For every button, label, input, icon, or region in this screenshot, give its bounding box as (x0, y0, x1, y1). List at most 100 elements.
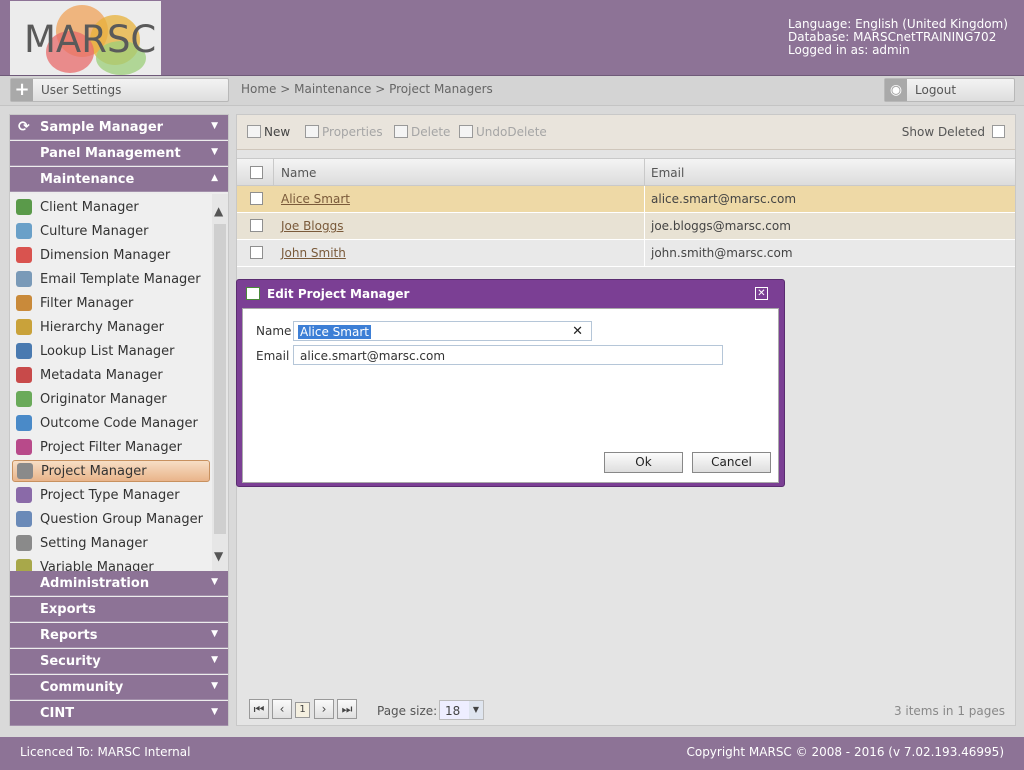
sidebar-item-label: Client Manager (40, 200, 139, 215)
sidebar-section-security[interactable]: Security ▼ (10, 649, 228, 674)
sidebar-item-project-type-manager[interactable]: Project Type Manager (10, 484, 214, 506)
name-field[interactable]: Alice Smart ✕ (293, 321, 592, 341)
culture-icon (16, 223, 32, 239)
section-label: Sample Manager (40, 120, 164, 135)
sidebar-item-question-group-manager[interactable]: Question Group Manager (10, 508, 214, 530)
maintenance-list: Client Manager Culture Manager Dimension M… (10, 194, 228, 571)
name-value: Alice Smart (298, 325, 371, 339)
sidebar-item-originator-manager[interactable]: Originator Manager (10, 388, 214, 410)
page-size-select[interactable]: 18 ▼ (439, 700, 484, 720)
items-info: 3 items in 1 pages (893, 704, 1005, 718)
row-checkbox[interactable] (250, 219, 263, 232)
scroll-thumb[interactable] (214, 224, 226, 534)
close-icon[interactable]: ✕ (755, 287, 768, 300)
licence-text: Licenced To: MARSC Internal (20, 745, 191, 759)
scroll-down-icon[interactable]: ▼ (214, 549, 223, 563)
dropdown-arrow-icon[interactable]: ▼ (469, 701, 483, 719)
section-label: Panel Management (40, 146, 181, 161)
row-name-link[interactable]: Alice Smart (281, 192, 350, 206)
sidebar-item-client-manager[interactable]: Client Manager (10, 196, 214, 218)
select-all-checkbox[interactable] (250, 166, 263, 179)
sidebar-item-email-template-manager[interactable]: Email Template Manager (10, 268, 214, 290)
breadcrumb: Home > Maintenance > Project Managers (241, 82, 493, 96)
table-row[interactable]: Joe Bloggs joe.bloggs@marsc.com (237, 213, 1015, 240)
sidebar-section-cint[interactable]: CINT ▼ (10, 701, 228, 726)
last-page-icon[interactable]: ⏭ (337, 699, 357, 719)
pager: ⏮ ‹ 1 › ⏭ Page size: 18 ▼ 3 items in 1 p… (237, 695, 1015, 725)
sidebar-section-exports[interactable]: Exports (10, 597, 228, 622)
sidebar-section-community[interactable]: Community ▼ (10, 675, 228, 700)
cancel-button[interactable]: Cancel (692, 452, 771, 473)
variable-icon (16, 559, 32, 571)
sidebar-item-setting-manager[interactable]: Setting Manager (10, 532, 214, 554)
row-name-link[interactable]: Joe Bloggs (281, 219, 343, 233)
section-label: Exports (40, 602, 96, 617)
row-email: joe.bloggs@marsc.com (651, 219, 791, 233)
logout-label: Logout (915, 83, 957, 97)
undo-delete-button[interactable]: UndoDelete (459, 125, 547, 139)
sidebar-item-label: Outcome Code Manager (40, 416, 198, 431)
sidebar-section-sample-manager[interactable]: ⟳ Sample Manager ▼ (10, 115, 228, 140)
clear-icon[interactable]: ✕ (572, 324, 583, 339)
sidebar-section-reports[interactable]: Reports ▼ (10, 623, 228, 648)
form-icon (246, 287, 260, 300)
outcome-icon (16, 415, 32, 431)
undo-delete-label: UndoDelete (476, 125, 547, 139)
sidebar-item-metadata-manager[interactable]: Metadata Manager (10, 364, 214, 386)
properties-button[interactable]: Properties (305, 125, 383, 139)
delete-icon (394, 125, 408, 138)
project-manager-icon (17, 463, 33, 479)
prev-page-icon[interactable]: ‹ (272, 699, 292, 719)
sidebar-section-administration[interactable]: Administration ▼ (10, 571, 228, 596)
delete-button[interactable]: Delete (394, 125, 450, 139)
first-page-icon[interactable]: ⏮ (249, 699, 269, 719)
sidebar-item-dimension-manager[interactable]: Dimension Manager (10, 244, 214, 266)
email-field[interactable]: alice.smart@marsc.com (293, 345, 723, 365)
project-filter-icon (16, 439, 32, 455)
sidebar-item-label: Project Type Manager (40, 488, 180, 503)
sidebar-item-label: Culture Manager (40, 224, 149, 239)
row-name-link[interactable]: John Smith (281, 246, 346, 260)
column-header-name[interactable]: Name (281, 166, 316, 180)
sidebar-item-outcome-code-manager[interactable]: Outcome Code Manager (10, 412, 214, 434)
sidebar-item-project-filter-manager[interactable]: Project Filter Manager (10, 436, 214, 458)
sidebar-item-hierarchy-manager[interactable]: Hierarchy Manager (10, 316, 214, 338)
new-button[interactable]: New (247, 125, 290, 139)
sidebar-item-label: Variable Manager (40, 560, 154, 571)
chevron-up-icon: ▲ (211, 173, 218, 183)
sidebar-item-variable-manager[interactable]: Variable Manager (10, 556, 214, 571)
sidebar-item-culture-manager[interactable]: Culture Manager (10, 220, 214, 242)
user-settings-label: User Settings (41, 83, 122, 97)
sidebar-scrollbar[interactable]: ▲ ▼ (212, 194, 228, 571)
originator-icon (16, 391, 32, 407)
section-label: CINT (40, 706, 75, 721)
sidebar-item-label: Lookup List Manager (40, 344, 175, 359)
sidebar: ⟳ Sample Manager ▼ Panel Management ▼ Ma… (9, 114, 229, 726)
scroll-up-icon[interactable]: ▲ (214, 204, 223, 218)
show-deleted-checkbox[interactable] (992, 125, 1005, 138)
question-group-icon (16, 511, 32, 527)
row-email: john.smith@marsc.com (651, 246, 793, 260)
table-row[interactable]: John Smith john.smith@marsc.com (237, 240, 1015, 267)
sidebar-section-maintenance[interactable]: Maintenance ▲ (10, 167, 228, 192)
dialog-titlebar[interactable]: Edit Project Manager ✕ (237, 280, 784, 307)
sidebar-item-label: Dimension Manager (40, 248, 171, 263)
sidebar-item-label: Project Manager (41, 464, 147, 479)
logout-button[interactable]: ◉ Logout (884, 78, 1015, 102)
sidebar-item-project-manager[interactable]: Project Manager (12, 460, 210, 482)
marsc-logo: MARSC (10, 1, 161, 75)
row-checkbox[interactable] (250, 192, 263, 205)
page-number[interactable]: 1 (295, 702, 310, 718)
row-checkbox[interactable] (250, 246, 263, 259)
sidebar-section-panel-management[interactable]: Panel Management ▼ (10, 141, 228, 166)
column-header-email[interactable]: Email (651, 166, 684, 180)
page-size-value: 18 (445, 704, 461, 718)
sidebar-item-label: Metadata Manager (40, 368, 163, 383)
next-page-icon[interactable]: › (314, 699, 334, 719)
sidebar-item-filter-manager[interactable]: Filter Manager (10, 292, 214, 314)
ok-button[interactable]: Ok (604, 452, 683, 473)
section-label: Community (40, 680, 124, 695)
sidebar-item-lookup-list-manager[interactable]: Lookup List Manager (10, 340, 214, 362)
table-row[interactable]: Alice Smart alice.smart@marsc.com (237, 186, 1015, 213)
user-settings-button[interactable]: + User Settings (10, 78, 229, 102)
